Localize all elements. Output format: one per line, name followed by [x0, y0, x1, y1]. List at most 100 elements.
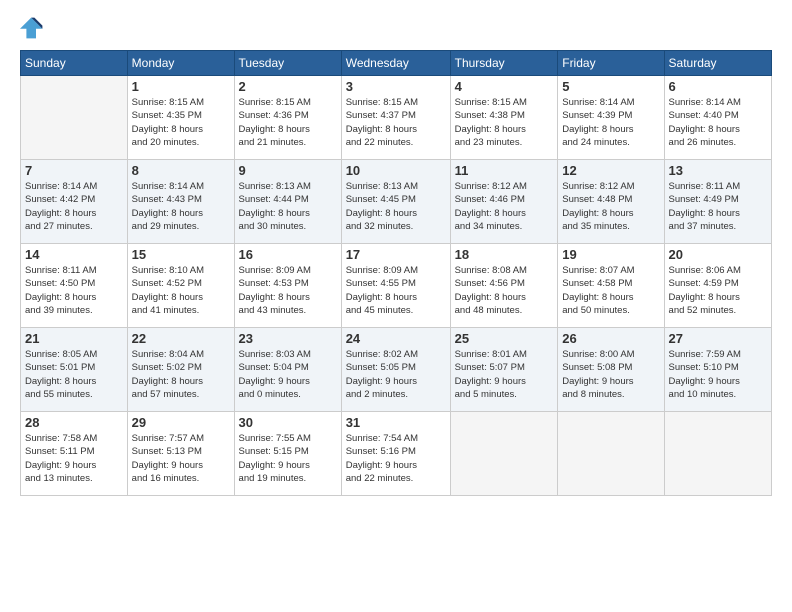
calendar-day-empty — [21, 76, 128, 160]
day-number: 6 — [669, 79, 767, 94]
page-header — [20, 16, 772, 40]
calendar-day-6: 6 Sunrise: 8:14 AMSunset: 4:40 PMDaylight… — [664, 76, 771, 160]
day-number: 9 — [239, 163, 337, 178]
day-number: 3 — [346, 79, 446, 94]
day-info: Sunrise: 8:14 AMSunset: 4:40 PMDaylight:… — [669, 96, 767, 149]
calendar-day-25: 25Sunrise: 8:01 AMSunset: 5:07 PMDayligh… — [450, 328, 558, 412]
day-number: 24 — [346, 331, 446, 346]
day-number: 25 — [455, 331, 554, 346]
day-number: 4 — [455, 79, 554, 94]
day-number: 18 — [455, 247, 554, 262]
day-info: Sunrise: 8:15 AMSunset: 4:38 PMDaylight:… — [455, 96, 554, 149]
day-number: 8 — [132, 163, 230, 178]
calendar-day-31: 31Sunrise: 7:54 AMSunset: 5:16 PMDayligh… — [341, 412, 450, 496]
day-info: Sunrise: 8:14 AMSunset: 4:42 PMDaylight:… — [25, 180, 123, 233]
day-info: Sunrise: 7:59 AMSunset: 5:10 PMDaylight:… — [669, 348, 767, 401]
day-number: 19 — [562, 247, 659, 262]
day-number: 28 — [25, 415, 123, 430]
day-number: 23 — [239, 331, 337, 346]
calendar-day-1: 1 Sunrise: 8:15 AMSunset: 4:35 PMDaylight… — [127, 76, 234, 160]
calendar-day-13: 13Sunrise: 8:11 AMSunset: 4:49 PMDayligh… — [664, 160, 771, 244]
calendar-week-row: 21 Sunrise: 8:05 AMSunset: 5:01 PMDayligh… — [21, 328, 772, 412]
day-info: Sunrise: 8:12 AMSunset: 4:48 PMDaylight:… — [562, 180, 659, 233]
calendar-day-16: 16 Sunrise: 8:09 AMSunset: 4:53 PMDayligh… — [234, 244, 341, 328]
day-info: Sunrise: 8:02 AMSunset: 5:05 PMDaylight:… — [346, 348, 446, 401]
calendar-day-3: 3 Sunrise: 8:15 AMSunset: 4:37 PMDaylight… — [341, 76, 450, 160]
logo — [20, 16, 48, 40]
day-number: 5 — [562, 79, 659, 94]
day-info: Sunrise: 8:11 AMSunset: 4:49 PMDaylight:… — [669, 180, 767, 233]
day-info: Sunrise: 8:07 AMSunset: 4:58 PMDaylight:… — [562, 264, 659, 317]
day-info: Sunrise: 8:09 AMSunset: 4:53 PMDaylight:… — [239, 264, 337, 317]
day-info: Sunrise: 8:00 AMSunset: 5:08 PMDaylight:… — [562, 348, 659, 401]
day-number: 31 — [346, 415, 446, 430]
calendar-day-28: 28 Sunrise: 7:58 AMSunset: 5:11 PMDayligh… — [21, 412, 128, 496]
weekday-header-sunday: Sunday — [21, 51, 128, 76]
weekday-header-thursday: Thursday — [450, 51, 558, 76]
calendar-day-2: 2 Sunrise: 8:15 AMSunset: 4:36 PMDaylight… — [234, 76, 341, 160]
calendar-day-21: 21 Sunrise: 8:05 AMSunset: 5:01 PMDayligh… — [21, 328, 128, 412]
day-info: Sunrise: 8:04 AMSunset: 5:02 PMDaylight:… — [132, 348, 230, 401]
day-info: Sunrise: 8:03 AMSunset: 5:04 PMDaylight:… — [239, 348, 337, 401]
calendar-day-19: 19 Sunrise: 8:07 AMSunset: 4:58 PMDayligh… — [558, 244, 664, 328]
weekday-header-tuesday: Tuesday — [234, 51, 341, 76]
calendar-day-8: 8 Sunrise: 8:14 AMSunset: 4:43 PMDaylight… — [127, 160, 234, 244]
calendar-day-11: 11Sunrise: 8:12 AMSunset: 4:46 PMDayligh… — [450, 160, 558, 244]
day-info: Sunrise: 8:09 AMSunset: 4:55 PMDaylight:… — [346, 264, 446, 317]
day-info: Sunrise: 8:12 AMSunset: 4:46 PMDaylight:… — [455, 180, 554, 233]
calendar-week-row: 1 Sunrise: 8:15 AMSunset: 4:35 PMDaylight… — [21, 76, 772, 160]
calendar-day-26: 26Sunrise: 8:00 AMSunset: 5:08 PMDayligh… — [558, 328, 664, 412]
calendar-day-18: 18Sunrise: 8:08 AMSunset: 4:56 PMDayligh… — [450, 244, 558, 328]
calendar-day-9: 9Sunrise: 8:13 AMSunset: 4:44 PMDaylight… — [234, 160, 341, 244]
calendar-week-row: 28 Sunrise: 7:58 AMSunset: 5:11 PMDayligh… — [21, 412, 772, 496]
calendar-day-empty — [558, 412, 664, 496]
calendar-day-29: 29 Sunrise: 7:57 AMSunset: 5:13 PMDayligh… — [127, 412, 234, 496]
day-number: 17 — [346, 247, 446, 262]
calendar-day-15: 15 Sunrise: 8:10 AMSunset: 4:52 PMDayligh… — [127, 244, 234, 328]
calendar-day-23: 23 Sunrise: 8:03 AMSunset: 5:04 PMDayligh… — [234, 328, 341, 412]
day-number: 16 — [239, 247, 337, 262]
day-info: Sunrise: 8:14 AMSunset: 4:43 PMDaylight:… — [132, 180, 230, 233]
day-number: 2 — [239, 79, 337, 94]
calendar-day-30: 30Sunrise: 7:55 AMSunset: 5:15 PMDayligh… — [234, 412, 341, 496]
day-info: Sunrise: 8:06 AMSunset: 4:59 PMDaylight:… — [669, 264, 767, 317]
day-number: 14 — [25, 247, 123, 262]
day-number: 30 — [239, 415, 337, 430]
calendar-day-20: 20Sunrise: 8:06 AMSunset: 4:59 PMDayligh… — [664, 244, 771, 328]
calendar-day-4: 4 Sunrise: 8:15 AMSunset: 4:38 PMDaylight… — [450, 76, 558, 160]
day-info: Sunrise: 8:15 AMSunset: 4:36 PMDaylight:… — [239, 96, 337, 149]
day-info: Sunrise: 8:15 AMSunset: 4:35 PMDaylight:… — [132, 96, 230, 149]
weekday-header-saturday: Saturday — [664, 51, 771, 76]
day-info: Sunrise: 8:15 AMSunset: 4:37 PMDaylight:… — [346, 96, 446, 149]
day-info: Sunrise: 7:58 AMSunset: 5:11 PMDaylight:… — [25, 432, 123, 485]
calendar-table: SundayMondayTuesdayWednesdayThursdayFrid… — [20, 50, 772, 496]
day-number: 21 — [25, 331, 123, 346]
logo-icon — [20, 16, 44, 40]
calendar-day-14: 14 Sunrise: 8:11 AMSunset: 4:50 PMDayligh… — [21, 244, 128, 328]
calendar-day-empty — [664, 412, 771, 496]
calendar-header-row: SundayMondayTuesdayWednesdayThursdayFrid… — [21, 51, 772, 76]
day-info: Sunrise: 8:11 AMSunset: 4:50 PMDaylight:… — [25, 264, 123, 317]
day-info: Sunrise: 8:10 AMSunset: 4:52 PMDaylight:… — [132, 264, 230, 317]
day-number: 29 — [132, 415, 230, 430]
calendar-day-24: 24 Sunrise: 8:02 AMSunset: 5:05 PMDayligh… — [341, 328, 450, 412]
calendar-day-5: 5 Sunrise: 8:14 AMSunset: 4:39 PMDaylight… — [558, 76, 664, 160]
calendar-day-10: 10 Sunrise: 8:13 AMSunset: 4:45 PMDayligh… — [341, 160, 450, 244]
day-number: 1 — [132, 79, 230, 94]
weekday-header-friday: Friday — [558, 51, 664, 76]
day-number: 27 — [669, 331, 767, 346]
calendar-day-17: 17 Sunrise: 8:09 AMSunset: 4:55 PMDayligh… — [341, 244, 450, 328]
calendar-day-22: 22 Sunrise: 8:04 AMSunset: 5:02 PMDayligh… — [127, 328, 234, 412]
calendar-day-27: 27 Sunrise: 7:59 AMSunset: 5:10 PMDayligh… — [664, 328, 771, 412]
day-number: 22 — [132, 331, 230, 346]
day-number: 12 — [562, 163, 659, 178]
day-number: 15 — [132, 247, 230, 262]
calendar-week-row: 7Sunrise: 8:14 AMSunset: 4:42 PMDaylight… — [21, 160, 772, 244]
day-info: Sunrise: 8:13 AMSunset: 4:45 PMDaylight:… — [346, 180, 446, 233]
day-info: Sunrise: 8:05 AMSunset: 5:01 PMDaylight:… — [25, 348, 123, 401]
day-info: Sunrise: 7:57 AMSunset: 5:13 PMDaylight:… — [132, 432, 230, 485]
day-number: 10 — [346, 163, 446, 178]
calendar-day-12: 12 Sunrise: 8:12 AMSunset: 4:48 PMDayligh… — [558, 160, 664, 244]
day-info: Sunrise: 8:14 AMSunset: 4:39 PMDaylight:… — [562, 96, 659, 149]
calendar-day-empty — [450, 412, 558, 496]
